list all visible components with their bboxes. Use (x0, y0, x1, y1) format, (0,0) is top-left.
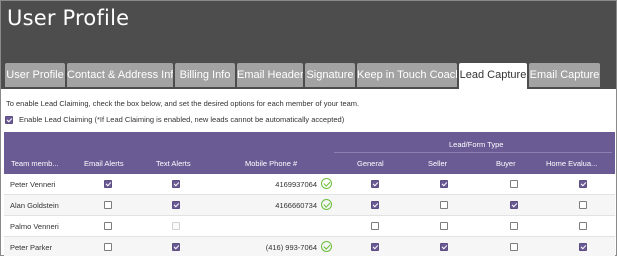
buyer-checkbox[interactable] (510, 222, 518, 230)
seller-checkbox[interactable] (440, 201, 448, 209)
tab-lead-capture[interactable]: Lead Capture (459, 63, 527, 89)
text-alerts-checkbox[interactable] (172, 180, 180, 188)
tab-billing-info[interactable]: Billing Info (175, 63, 235, 87)
general-checkbox[interactable] (371, 180, 379, 188)
general-checkbox[interactable] (371, 243, 379, 251)
verified-check-icon (321, 178, 332, 189)
general-checkbox[interactable] (371, 201, 379, 209)
col-email-alerts[interactable]: Email Alerts (84, 159, 124, 168)
verified-check-icon (321, 199, 332, 210)
email-alerts-checkbox[interactable] (104, 180, 112, 188)
table-row: Peter Venneri 4169937064 (4, 174, 615, 195)
tab-signature[interactable]: Signature (305, 63, 355, 87)
tab-contact-address-info[interactable]: Contact & Address Info (67, 63, 173, 87)
buyer-checkbox[interactable] (510, 180, 518, 188)
buyer-checkbox[interactable] (510, 201, 518, 209)
enable-lead-claiming-row: Enable Lead Claiming (*If Lead Claiming … (5, 115, 344, 124)
member-name: Palmo Venneri (10, 222, 59, 231)
verified-check-icon (321, 241, 332, 252)
col-buyer[interactable]: Buyer (496, 159, 516, 168)
email-alerts-checkbox[interactable] (104, 222, 112, 230)
home-evaluation-checkbox[interactable] (579, 243, 587, 251)
member-name: Peter Venneri (10, 180, 56, 189)
tab-keep-in-touch-coach[interactable]: Keep in Touch Coach (357, 63, 457, 87)
home-evaluation-checkbox[interactable] (579, 180, 587, 188)
table-row: Palmo Venneri (4, 216, 615, 237)
general-checkbox[interactable] (371, 222, 379, 230)
lead-form-type-header: Lead/Form Type (449, 140, 504, 149)
table-row: Alan Goldstein 4166660734 (4, 195, 615, 216)
tab-email-capture[interactable]: Email Capture (529, 63, 600, 87)
lead-capture-panel: To enable Lead Claiming, check the box b… (1, 89, 616, 256)
table-header: Lead/Form Type Team memb... Email Alerts… (4, 132, 615, 174)
mobile-phone[interactable]: 4169937064 (275, 180, 317, 189)
text-alerts-checkbox[interactable] (172, 201, 180, 209)
col-general[interactable]: General (357, 159, 384, 168)
enable-lead-claiming-label: Enable Lead Claiming (*If Lead Claiming … (19, 115, 345, 124)
group-header-divider (334, 152, 612, 153)
table-row: Peter Parker (416) 993-7064 (4, 237, 615, 256)
col-text-alerts[interactable]: Text Alerts (156, 159, 191, 168)
enable-lead-claiming-checkbox[interactable] (5, 115, 13, 124)
mobile-phone[interactable]: (416) 993-7064 (266, 243, 317, 252)
tab-email-header[interactable]: Email Header (237, 63, 303, 87)
mobile-phone[interactable]: 4166660734 (275, 201, 317, 210)
tab-bar: User Profile Contact & Address Info Bill… (5, 63, 602, 89)
text-alerts-checkbox[interactable] (172, 243, 180, 251)
seller-checkbox[interactable] (440, 222, 448, 230)
col-team-member[interactable]: Team memb... (11, 159, 59, 168)
email-alerts-checkbox[interactable] (104, 201, 112, 209)
member-name: Peter Parker (10, 243, 53, 252)
text-alerts-checkbox (172, 222, 180, 230)
tab-user-profile[interactable]: User Profile (5, 63, 65, 87)
col-mobile-phone[interactable]: Mobile Phone # (245, 159, 297, 168)
email-alerts-checkbox[interactable] (104, 243, 112, 251)
page-title: User Profile (7, 6, 130, 30)
seller-checkbox[interactable] (440, 180, 448, 188)
home-evaluation-checkbox[interactable] (579, 222, 587, 230)
buyer-checkbox[interactable] (510, 243, 518, 251)
page-header: User Profile User Profile Contact & Addr… (1, 1, 616, 89)
instructions-text: To enable Lead Claiming, check the box b… (6, 99, 360, 108)
seller-checkbox[interactable] (440, 243, 448, 251)
home-evaluation-checkbox[interactable] (579, 201, 587, 209)
member-name: Alan Goldstein (10, 201, 59, 210)
col-home-evaluation[interactable]: Home Evalua... (546, 159, 597, 168)
team-member-rows: Peter Venneri 4169937064 Alan Goldstein 416… (4, 174, 615, 256)
col-seller[interactable]: Seller (428, 159, 447, 168)
